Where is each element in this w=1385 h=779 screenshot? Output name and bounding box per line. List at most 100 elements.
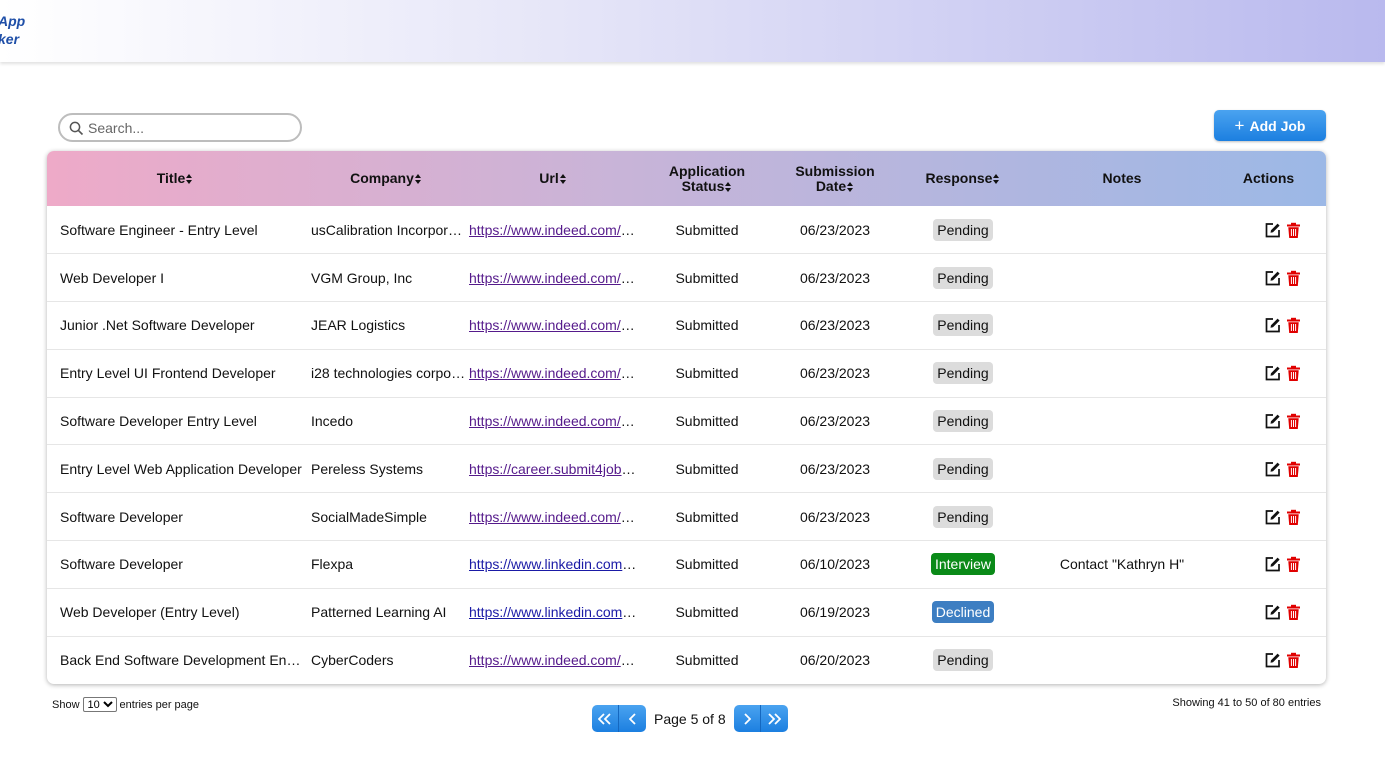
search-box[interactable] (58, 113, 302, 142)
double-chevron-right-icon (768, 712, 782, 725)
edit-icon[interactable] (1264, 365, 1281, 382)
delete-icon[interactable] (1285, 222, 1302, 239)
job-url-link[interactable]: https://www.indeed.com/viewjob (469, 652, 637, 668)
cell-actions (1211, 302, 1326, 350)
cell-url: https://career.submit4jobs.com (469, 445, 637, 493)
sort-icon[interactable] (847, 181, 854, 192)
next-page-button[interactable] (733, 705, 761, 732)
cell-submission-date: 06/19/2023 (799, 604, 871, 621)
plus-icon: + (1234, 115, 1245, 135)
sort-icon[interactable] (725, 181, 732, 192)
edit-icon[interactable] (1264, 509, 1281, 526)
jobs-table: Title Company Url Application Status Subm… (47, 151, 1326, 684)
cell-notes (1033, 254, 1211, 302)
job-url-link[interactable]: https://www.indeed.com/viewjob (469, 365, 637, 381)
response-badge: Declined (931, 601, 995, 624)
cell-notes (1033, 302, 1211, 350)
delete-icon[interactable] (1285, 461, 1302, 478)
cell-url: https://www.indeed.com/viewjob (469, 206, 637, 254)
edit-icon[interactable] (1264, 556, 1281, 573)
job-url-link[interactable]: https://www.indeed.com/viewjob (469, 317, 637, 333)
edit-icon[interactable] (1264, 222, 1281, 239)
add-job-label: Add Job (1249, 117, 1306, 134)
job-url-link[interactable]: https://www.indeed.com/viewjob (469, 270, 637, 286)
app-logo[interactable]: App ker (0, 12, 25, 48)
cell-response: Pending (893, 397, 1033, 445)
column-header-submission-date[interactable]: Submission Date (777, 151, 893, 206)
delete-icon[interactable] (1285, 652, 1302, 669)
add-job-button[interactable]: + Add Job (1214, 110, 1326, 141)
delete-icon[interactable] (1285, 556, 1302, 573)
table-header-row: Title Company Url Application Status Subm… (47, 151, 1326, 206)
column-header-company[interactable]: Company (303, 151, 469, 206)
job-url-link[interactable]: https://career.submit4jobs.com (469, 461, 637, 477)
cell-actions (1211, 349, 1326, 397)
last-page-button[interactable] (760, 705, 788, 732)
cell-submission-date: 06/23/2023 (799, 269, 871, 286)
first-page-button[interactable] (592, 705, 619, 732)
cell-title: Entry Level UI Frontend Developer (60, 365, 276, 382)
edit-icon[interactable] (1264, 604, 1281, 621)
job-url-link[interactable]: https://www.indeed.com/viewjob (469, 509, 637, 525)
cell-notes (1033, 493, 1211, 541)
cell-response: Declined (893, 588, 1033, 636)
edit-icon[interactable] (1264, 461, 1281, 478)
cell-application-status: Submitted (675, 652, 739, 669)
edit-icon[interactable] (1264, 413, 1281, 430)
search-icon (69, 121, 84, 136)
page-indicator: Page 5 of 8 (654, 710, 726, 727)
cell-company: VGM Group, Inc (311, 269, 413, 286)
table-row: Software Developer Flexpa https://www.link… (47, 541, 1326, 589)
delete-icon[interactable] (1285, 604, 1302, 621)
cell-submission-date: 06/23/2023 (799, 413, 871, 430)
delete-icon[interactable] (1285, 365, 1302, 382)
sort-icon[interactable] (559, 174, 567, 185)
delete-icon[interactable] (1285, 270, 1302, 287)
delete-icon[interactable] (1285, 509, 1302, 526)
cell-title: Back End Software Development Engineer (60, 652, 303, 669)
column-header-title[interactable]: Title (47, 151, 303, 206)
edit-icon[interactable] (1264, 652, 1281, 669)
response-badge: Pending (933, 362, 993, 385)
job-url-link[interactable]: https://www.indeed.com/viewjob (469, 222, 637, 238)
entries-per-page-select[interactable]: 10 (82, 697, 117, 712)
delete-icon[interactable] (1285, 317, 1302, 334)
cell-url: https://www.indeed.com/viewjob (469, 302, 637, 350)
cell-response: Pending (893, 254, 1033, 302)
cell-actions (1211, 206, 1326, 254)
column-header-application-status[interactable]: Application Status (637, 151, 777, 206)
cell-application-status: Submitted (675, 221, 739, 238)
column-header-url[interactable]: Url (469, 151, 637, 206)
sort-icon[interactable] (186, 174, 193, 185)
previous-page-button[interactable] (619, 705, 646, 732)
edit-icon[interactable] (1264, 317, 1281, 334)
job-url-link[interactable]: https://www.indeed.com/viewjob (469, 413, 637, 429)
logo-line-1: App (0, 13, 26, 29)
delete-icon[interactable] (1285, 413, 1302, 430)
cell-notes (1033, 636, 1211, 684)
double-chevron-left-icon (598, 712, 611, 725)
job-url-link[interactable]: https://www.linkedin.com/jobs (469, 604, 637, 620)
table-row: Junior .Net Software Developer JEAR Logis… (47, 302, 1326, 350)
table-row: Software Engineer - Entry Level usCalibra… (47, 206, 1326, 254)
chevron-left-icon (628, 712, 636, 725)
sort-icon[interactable] (414, 174, 422, 185)
response-badge: Pending (933, 266, 993, 289)
search-input[interactable] (88, 118, 288, 138)
table-row: Software Developer SocialMadeSimple https:… (47, 493, 1326, 541)
cell-title: Web Developer (Entry Level) (60, 604, 240, 621)
cell-url: https://www.indeed.com/viewjob (469, 397, 637, 445)
cell-company: Incedo (311, 413, 354, 430)
column-header-response[interactable]: Response (893, 151, 1033, 206)
cell-company: Pereless Systems (311, 460, 424, 477)
cell-response: Pending (893, 445, 1033, 493)
sort-icon[interactable] (993, 174, 1000, 185)
cell-url: https://www.indeed.com/viewjob (469, 636, 637, 684)
cell-url: https://www.linkedin.com/jobs (469, 541, 637, 589)
table-row: Web Developer I VGM Group, Inc https://www… (47, 254, 1326, 302)
job-url-link[interactable]: https://www.linkedin.com/jobs (469, 556, 637, 572)
edit-icon[interactable] (1264, 270, 1281, 287)
table-row: Entry Level Web Application Developer Per… (47, 445, 1326, 493)
cell-notes (1033, 588, 1211, 636)
cell-title: Software Engineer - Entry Level (60, 221, 258, 238)
